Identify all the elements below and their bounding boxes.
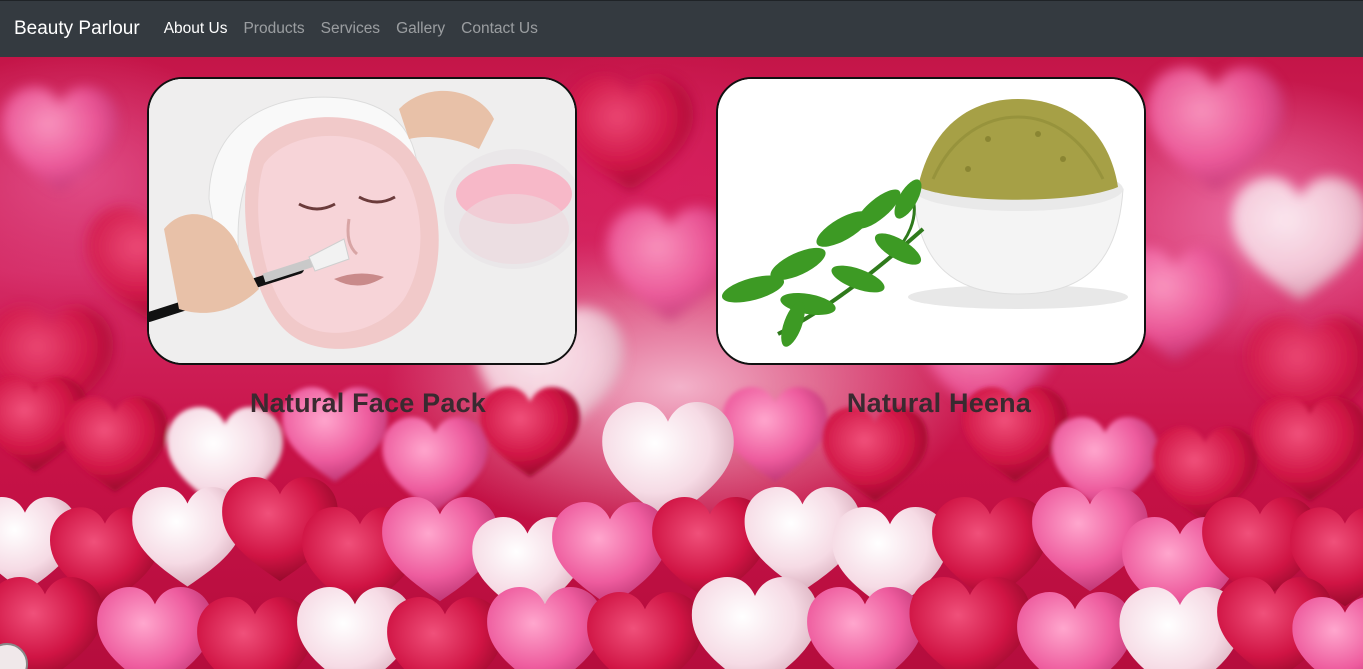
nav-link-products[interactable]: Products	[243, 20, 304, 38]
nav-link-services[interactable]: Services	[321, 20, 380, 38]
nav-link-gallery[interactable]: Gallery	[396, 20, 445, 38]
product-card-face-pack[interactable]	[147, 77, 577, 365]
nav-link-about-us[interactable]: About Us	[164, 20, 228, 38]
product-title-heena: Natural Heena	[846, 388, 1032, 418]
navbar: Beauty Parlour About Us Products Service…	[0, 0, 1363, 57]
product-title-face-pack: Natural Face Pack	[249, 388, 487, 418]
brand-logo-link[interactable]: Beauty Parlour	[14, 18, 140, 40]
product-card-heena[interactable]	[716, 77, 1146, 365]
face-pack-image	[149, 79, 575, 363]
nav-link-contact-us[interactable]: Contact Us	[461, 20, 538, 38]
heena-image	[718, 79, 1144, 363]
